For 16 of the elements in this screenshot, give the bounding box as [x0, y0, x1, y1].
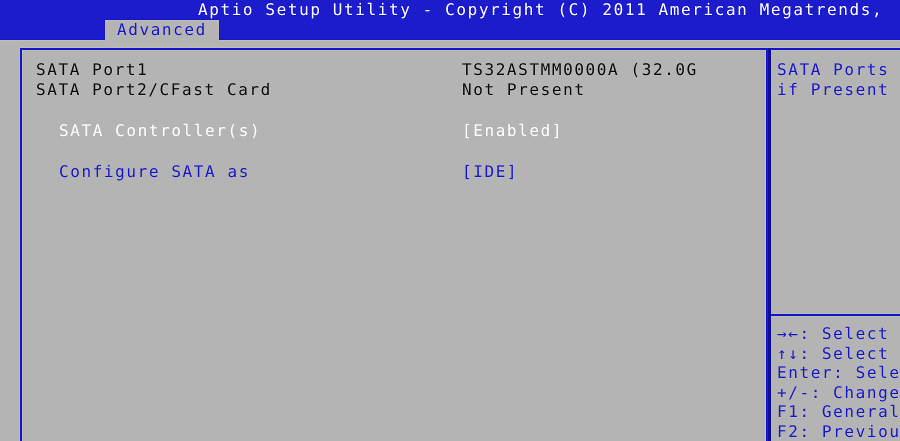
setting-label: SATA Port1 — [36, 60, 150, 80]
key-hint: F2: Previou — [777, 422, 900, 441]
key-hint: +/-: Change — [777, 382, 900, 402]
window-title: Aptio Setup Utility - Copyright (C) 2011 American Megatrends, — [197, 0, 884, 20]
key-hint: →←: Select — [777, 324, 890, 344]
key-hint: ↑↓: Select — [777, 344, 890, 363]
setting-label: SATA Port2/CFast Card — [36, 80, 273, 100]
menu-tab[interactable]: Advanced — [105, 20, 219, 40]
setting-value: TS32ASTMM0000A (32.0G — [462, 60, 698, 80]
key-hint: Enter: Sele — [777, 363, 900, 382]
setting-value[interactable]: [IDE] — [462, 162, 518, 182]
setting-value: Not Present — [462, 80, 586, 100]
setting-option[interactable]: Configure SATA as — [36, 162, 462, 182]
help-text: if Present — [777, 80, 890, 100]
key-hint: F1: General — [777, 402, 900, 422]
help-text: SATA Ports — [777, 60, 890, 80]
